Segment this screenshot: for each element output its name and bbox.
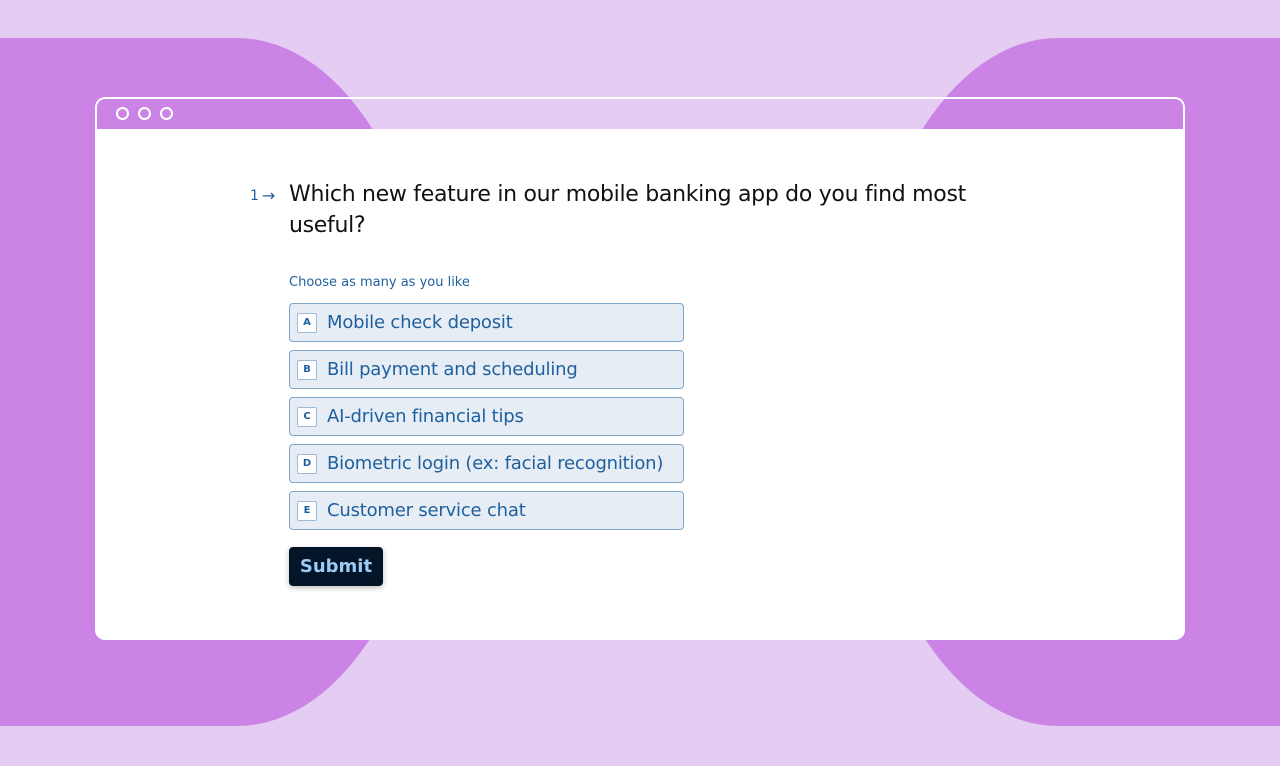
option-key-badge: B xyxy=(297,359,317,380)
option-key-badge: C xyxy=(297,406,317,427)
option-label: AI-driven financial tips xyxy=(327,406,524,427)
option-key-badge: A xyxy=(297,312,317,333)
arrow-right-icon: → xyxy=(261,186,276,205)
window-controls xyxy=(116,107,173,120)
question-number-text: 1 xyxy=(250,187,259,204)
browser-window: 1 → Which new feature in our mobile bank… xyxy=(95,97,1185,640)
option-c[interactable]: C AI-driven financial tips xyxy=(289,397,684,436)
option-e[interactable]: E Customer service chat xyxy=(289,491,684,530)
question-number: 1 → xyxy=(250,186,275,205)
submit-button[interactable]: Submit xyxy=(289,547,383,586)
window-titlebar xyxy=(95,97,1185,129)
option-a[interactable]: A Mobile check deposit xyxy=(289,303,684,342)
question-hint: Choose as many as you like xyxy=(289,275,470,290)
form-content: 1 → Which new feature in our mobile bank… xyxy=(95,129,1185,640)
option-key-badge: D xyxy=(297,453,317,474)
options-list: A Mobile check deposit B Bill payment an… xyxy=(289,303,684,538)
question-title: Which new feature in our mobile banking … xyxy=(289,182,966,238)
close-dot-icon[interactable] xyxy=(116,107,129,120)
maximize-dot-icon[interactable] xyxy=(160,107,173,120)
minimize-dot-icon[interactable] xyxy=(138,107,151,120)
option-label: Mobile check deposit xyxy=(327,312,513,333)
option-key-badge: E xyxy=(297,500,317,521)
option-b[interactable]: B Bill payment and scheduling xyxy=(289,350,684,389)
option-label: Bill payment and scheduling xyxy=(327,359,578,380)
option-label: Biometric login (ex: facial recognition) xyxy=(327,453,664,474)
option-label: Customer service chat xyxy=(327,500,526,521)
option-d[interactable]: D Biometric login (ex: facial recognitio… xyxy=(289,444,684,483)
